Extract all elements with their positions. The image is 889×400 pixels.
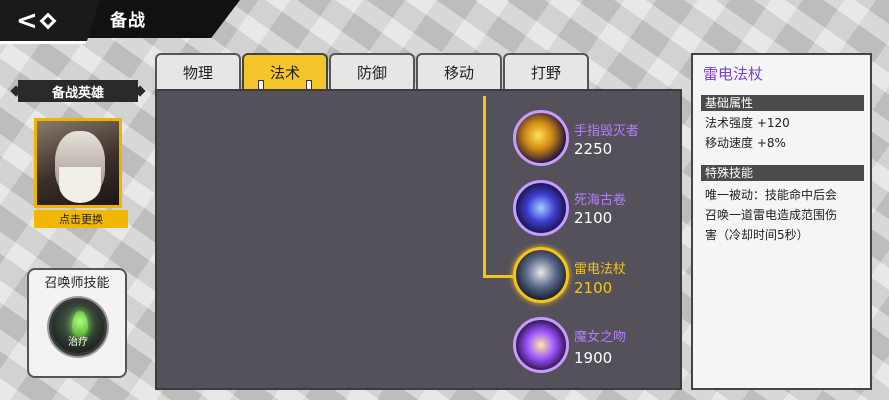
diamond-icon xyxy=(39,12,57,29)
detail-title: 雷电法杖 xyxy=(703,65,764,83)
skill-description: 唯一被动：技能命中后会 xyxy=(705,188,838,202)
tab-jungle[interactable]: 打野 xyxy=(503,53,589,89)
heal-skill-button[interactable]: 治疗 xyxy=(49,298,107,356)
thunder-staff-icon[interactable] xyxy=(513,247,569,303)
hero-portrait[interactable] xyxy=(34,118,122,208)
summoner-skill-title: 召唤师技能 xyxy=(44,276,110,291)
tab-physical[interactable]: 物理 xyxy=(155,53,241,89)
tab-magic[interactable]: 法术 xyxy=(242,53,328,92)
summoner-skill-panel: 召唤师技能 治疗 xyxy=(27,268,127,378)
item-name[interactable]: 死海古卷 xyxy=(574,189,626,208)
item-name[interactable]: 手指毁灭者 xyxy=(574,120,639,139)
finger-destroyer-icon[interactable] xyxy=(513,110,569,166)
chevron-left-icon: < xyxy=(16,5,38,36)
special-skill-header: 特殊技能 xyxy=(701,165,864,181)
change-hero-button[interactable]: 点击更换 xyxy=(34,210,128,228)
tree-connector-vertical xyxy=(483,96,486,276)
hero-beard xyxy=(59,167,101,203)
item-price: 2100 xyxy=(574,209,613,227)
stat-line: 法术强度 +120 xyxy=(705,116,790,130)
skill-description: 害（冷却时间5秒） xyxy=(705,228,809,242)
summoner-skill-label: 治疗 xyxy=(68,337,88,348)
tab-defense[interactable]: 防御 xyxy=(329,53,415,89)
witch-kiss-icon[interactable] xyxy=(513,317,569,373)
basic-attributes-header: 基础属性 xyxy=(701,95,864,111)
item-detail-panel: 雷电法杖 基础属性 法术强度 +120 移动速度 +8% 特殊技能 唯一被动：技… xyxy=(691,53,872,390)
back-button[interactable]: < xyxy=(0,0,100,44)
dead-sea-scroll-icon[interactable] xyxy=(513,180,569,236)
hero-section-label: 备战英雄 xyxy=(18,80,138,102)
item-name[interactable]: 魔女之吻 xyxy=(574,326,626,345)
page-title: 备战 xyxy=(110,11,146,31)
stat-line: 移动速度 +8% xyxy=(705,136,786,150)
tree-connector-horizontal xyxy=(483,275,513,278)
item-price: 2250 xyxy=(574,140,613,158)
tab-movement[interactable]: 移动 xyxy=(416,53,502,89)
item-price: 2100 xyxy=(574,279,613,297)
item-name[interactable]: 雷电法杖 xyxy=(574,258,626,277)
skill-description: 召唤一道雷电造成范围伤 xyxy=(705,208,838,222)
item-price: 1900 xyxy=(574,349,613,367)
